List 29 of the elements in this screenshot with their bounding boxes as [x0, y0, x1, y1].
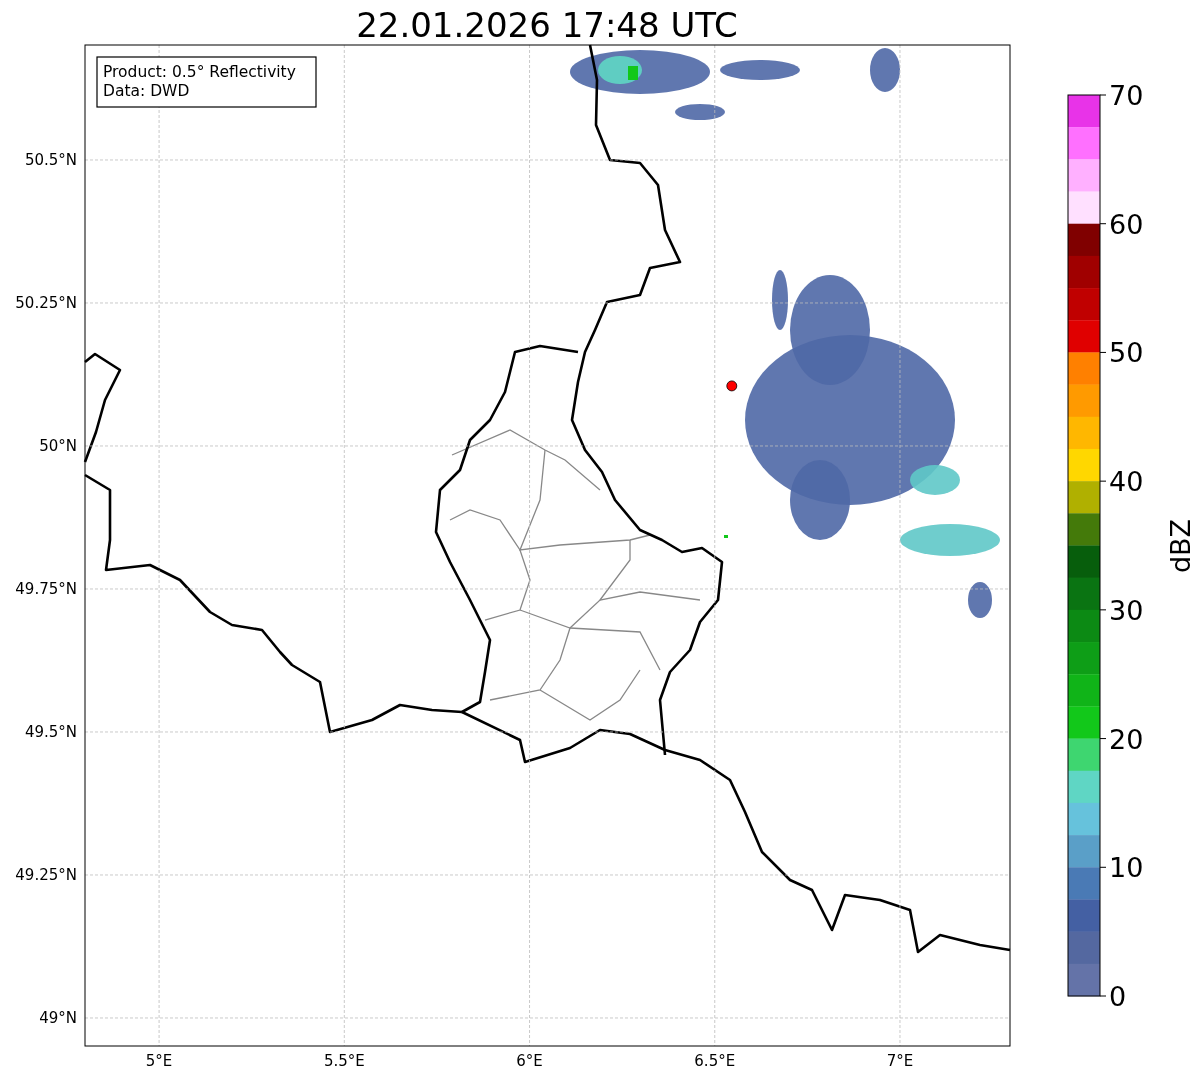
colorbar-tick-label: 70 — [1109, 80, 1144, 111]
colorbar-tick-label: 30 — [1109, 594, 1144, 626]
info-text: Data: DWD — [103, 82, 190, 100]
x-tick-label: 7°E — [886, 1052, 914, 1070]
info-text: Product: 0.5° Reflectivity — [103, 63, 296, 81]
x-tick-label: 5.5°E — [323, 1052, 365, 1070]
y-tick-label: 49°N — [39, 1008, 77, 1027]
colorbar-tick-label: 40 — [1109, 466, 1144, 498]
colorbar-tick-label: 10 — [1109, 852, 1144, 884]
radar-echo — [968, 582, 992, 618]
colorbar-tick-label: 60 — [1109, 208, 1144, 240]
radar-echo — [870, 48, 900, 92]
radar-echo — [675, 104, 725, 120]
y-tick-label: 50.25°N — [15, 293, 77, 312]
colorbar-tick-label: 50 — [1109, 337, 1144, 369]
y-tick-label: 49.75°N — [15, 579, 77, 598]
x-tick-label: 5°E — [145, 1052, 173, 1070]
y-tick-label: 50°N — [39, 436, 77, 455]
y-tick-label: 49.25°N — [15, 865, 77, 884]
radar-echo — [724, 535, 728, 538]
y-tick-label: 50.5°N — [24, 150, 77, 169]
x-tick-label: 6.5°E — [694, 1052, 736, 1070]
y-tick-label: 49.5°N — [24, 722, 77, 741]
colorbar-tick-label: 20 — [1109, 723, 1144, 755]
chart-title: 22.01.2026 17:48 UTC — [356, 5, 738, 45]
radar-echo — [772, 270, 788, 330]
x-tick-label: 6°E — [516, 1052, 543, 1070]
colorbar-tick-label: 0 — [1109, 981, 1127, 1012]
colorbar-label: dBZ — [1165, 518, 1196, 574]
